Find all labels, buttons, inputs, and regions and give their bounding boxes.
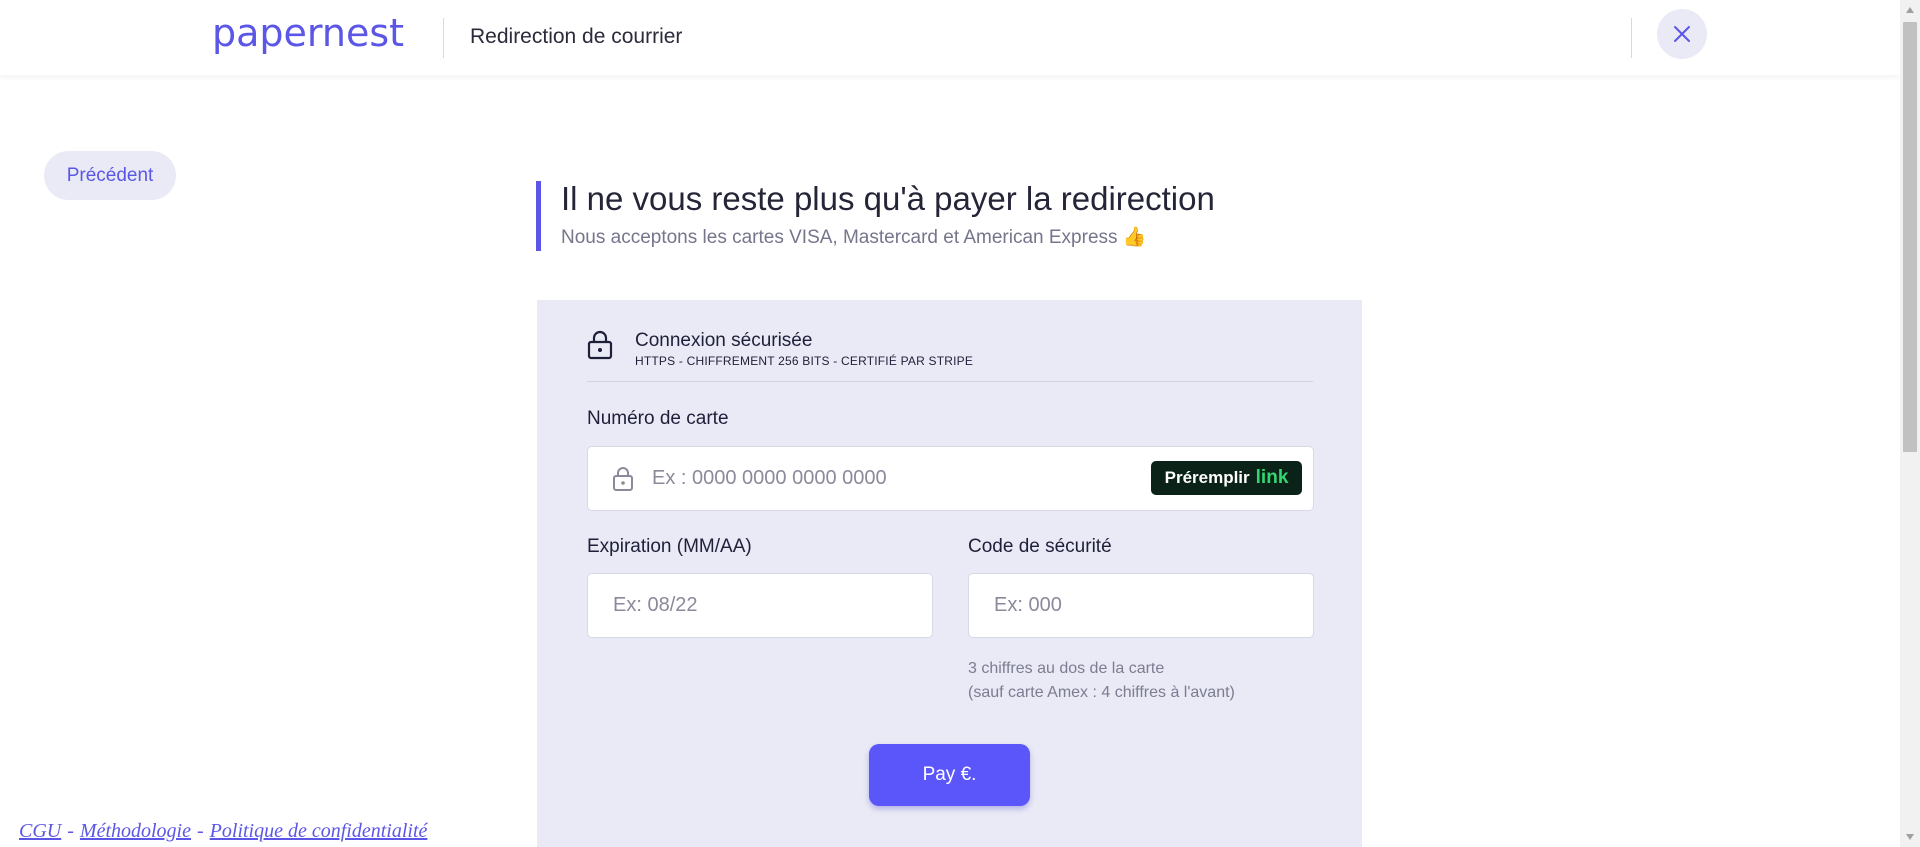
page-subtitle: Nous acceptons les cartes VISA, Masterca… — [561, 227, 1147, 248]
cvc-input[interactable] — [994, 574, 1313, 637]
previous-button[interactable]: Précédent — [44, 151, 176, 200]
footer-link-methodology[interactable]: Méthodologie — [80, 820, 191, 842]
caret-up-icon — [1906, 7, 1914, 13]
header-title: Redirection de courrier — [470, 25, 683, 48]
scroll-down-button[interactable] — [1900, 827, 1920, 847]
pay-button[interactable]: Pay €. — [869, 744, 1030, 806]
card-number-field[interactable]: Préremplir link — [587, 446, 1314, 511]
card-number-input[interactable] — [652, 447, 1132, 510]
page-title: Il ne vous reste plus qu'à payer la redi… — [561, 180, 1215, 217]
caret-down-icon — [1906, 834, 1914, 840]
footer-separator: - — [197, 820, 204, 842]
close-icon — [1674, 26, 1690, 42]
link-prefill-label: Préremplir — [1164, 468, 1250, 487]
footer-links: CGU - Méthodologie - Politique de confidenti… — [19, 820, 427, 843]
expiration-label: Expiration (MM/AA) — [587, 536, 752, 557]
secure-connection-row: Connexion sécurisée HTTPS - CHIFFREMENT … — [587, 330, 1313, 382]
card-number-label: Numéro de carte — [587, 408, 729, 429]
scroll-thumb[interactable] — [1903, 22, 1917, 452]
payment-card: Connexion sécurisée HTTPS - CHIFFREMENT … — [537, 300, 1362, 847]
lock-icon — [613, 467, 633, 491]
secure-connection-subtitle: HTTPS - CHIFFREMENT 256 BITS - CERTIFIÉ … — [635, 354, 974, 368]
secure-connection-title: Connexion sécurisée — [635, 330, 813, 351]
cvc-hint-line2: (sauf carte Amex : 4 chiffres à l'avant) — [968, 684, 1235, 701]
link-brand-label: link — [1255, 467, 1289, 488]
cvc-hint-line1: 3 chiffres au dos de la carte — [968, 660, 1165, 677]
close-button[interactable] — [1657, 9, 1707, 59]
page-scrollbar[interactable] — [1900, 0, 1920, 847]
header-divider — [443, 18, 444, 58]
expiration-input[interactable] — [613, 574, 932, 637]
logo-text: papernest — [212, 12, 404, 55]
lock-icon — [587, 330, 613, 360]
papernest-logo-mark: papernest — [212, 11, 404, 55]
cvc-hint: 3 chiffres au dos de la carte (sauf cart… — [968, 657, 1235, 705]
header: papernest Redirection de courrier — [0, 0, 1900, 75]
cvc-field[interactable] — [968, 573, 1314, 638]
link-prefill-button[interactable]: Préremplir link — [1151, 461, 1302, 495]
expiration-field[interactable] — [587, 573, 933, 638]
papernest-logo[interactable]: papernest — [210, 11, 422, 60]
footer-separator: - — [67, 820, 74, 842]
title-block: Il ne vous reste plus qu'à payer la redi… — [536, 180, 1236, 251]
scroll-up-button[interactable] — [1900, 0, 1920, 20]
footer-link-privacy[interactable]: Politique de confidentialité — [210, 820, 428, 842]
header-divider-right — [1631, 18, 1632, 58]
footer-link-cgu[interactable]: CGU — [19, 820, 61, 842]
cvc-label: Code de sécurité — [968, 536, 1112, 557]
